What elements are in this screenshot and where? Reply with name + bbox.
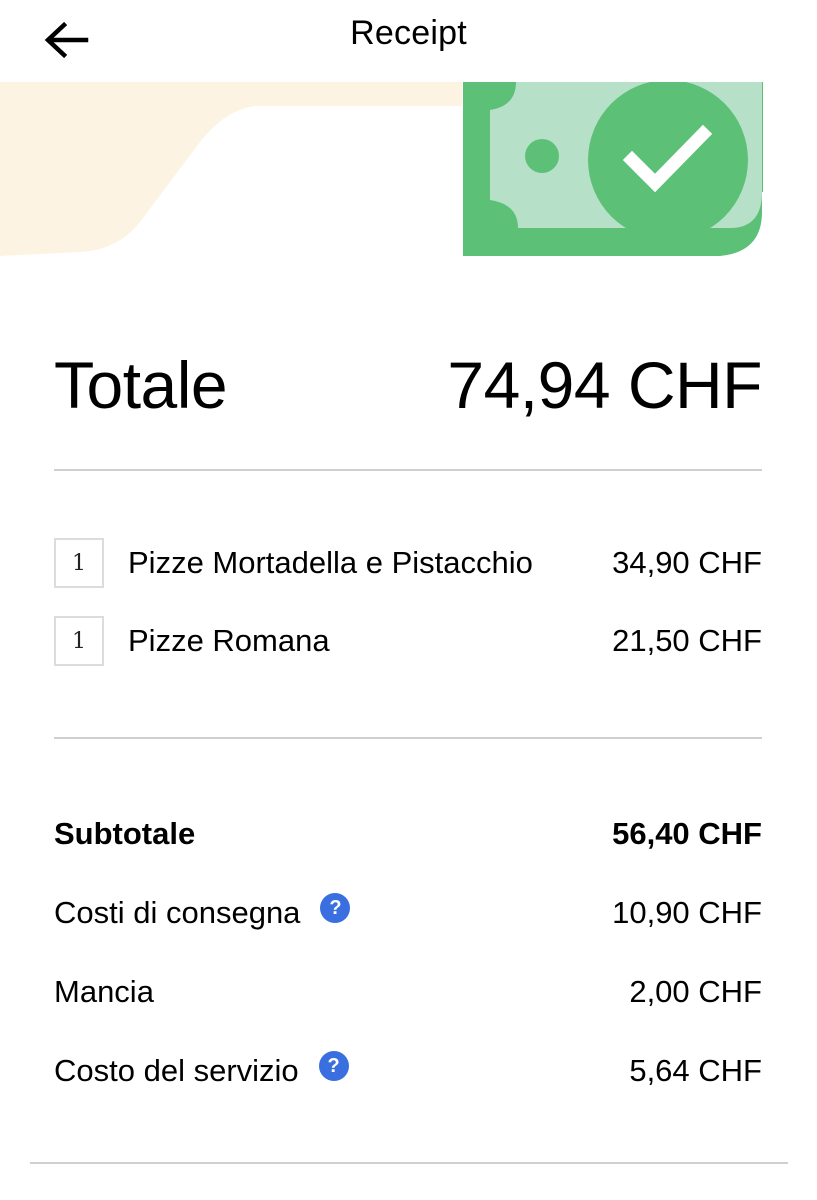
help-icon[interactable]: ? <box>318 1051 349 1081</box>
divider <box>30 1162 788 1164</box>
list-item: 1 Pizze Romana 21,50 CHF <box>54 614 762 668</box>
top-bar: Receipt <box>0 0 817 80</box>
tip-row: Mancia 2,00 CHF <box>54 964 762 1020</box>
order-items-list: 1 Pizze Mortadella e Pistacchio 34,90 CH… <box>54 536 762 692</box>
item-name: Pizze Romana <box>128 623 330 658</box>
item-price: 21,50 CHF <box>612 623 762 658</box>
payment-illustration <box>0 82 817 256</box>
divider <box>54 737 762 739</box>
tip-value: 2,00 CHF <box>629 974 762 1009</box>
subtotal-row: Subtotale 56,40 CHF <box>54 806 762 862</box>
page-title: Receipt <box>350 14 467 52</box>
total-row: Totale 74,94 CHF <box>54 340 762 430</box>
tip-label: Mancia <box>54 974 154 1009</box>
service-fee-label-group: Costo del servizio ? <box>54 1051 349 1089</box>
item-name: Pizze Mortadella e Pistacchio <box>128 545 533 580</box>
subtotal-label: Subtotale <box>54 816 196 851</box>
item-quantity: 1 <box>54 538 104 588</box>
subtotal-value: 56,40 CHF <box>612 816 762 851</box>
total-label: Totale <box>54 348 228 422</box>
service-fee-label: Costo del servizio <box>54 1053 299 1088</box>
item-quantity: 1 <box>54 616 104 666</box>
delivery-fee-row: Costi di consegna ? 10,90 CHF <box>54 885 762 941</box>
delivery-fee-label: Costi di consegna <box>54 895 301 930</box>
divider <box>54 469 762 471</box>
service-fee-value: 5,64 CHF <box>629 1053 762 1088</box>
list-item: 1 Pizze Mortadella e Pistacchio 34,90 CH… <box>54 536 762 590</box>
help-icon[interactable]: ? <box>320 893 351 923</box>
delivery-fee-value: 10,90 CHF <box>612 895 762 930</box>
service-fee-row: Costo del servizio ? 5,64 CHF <box>54 1043 762 1099</box>
price-summary: Subtotale 56,40 CHF Costi di consegna ? … <box>54 806 762 1122</box>
item-price: 34,90 CHF <box>612 545 762 580</box>
total-amount: 74,94 CHF <box>447 348 762 422</box>
delivery-fee-label-group: Costi di consegna ? <box>54 893 351 931</box>
